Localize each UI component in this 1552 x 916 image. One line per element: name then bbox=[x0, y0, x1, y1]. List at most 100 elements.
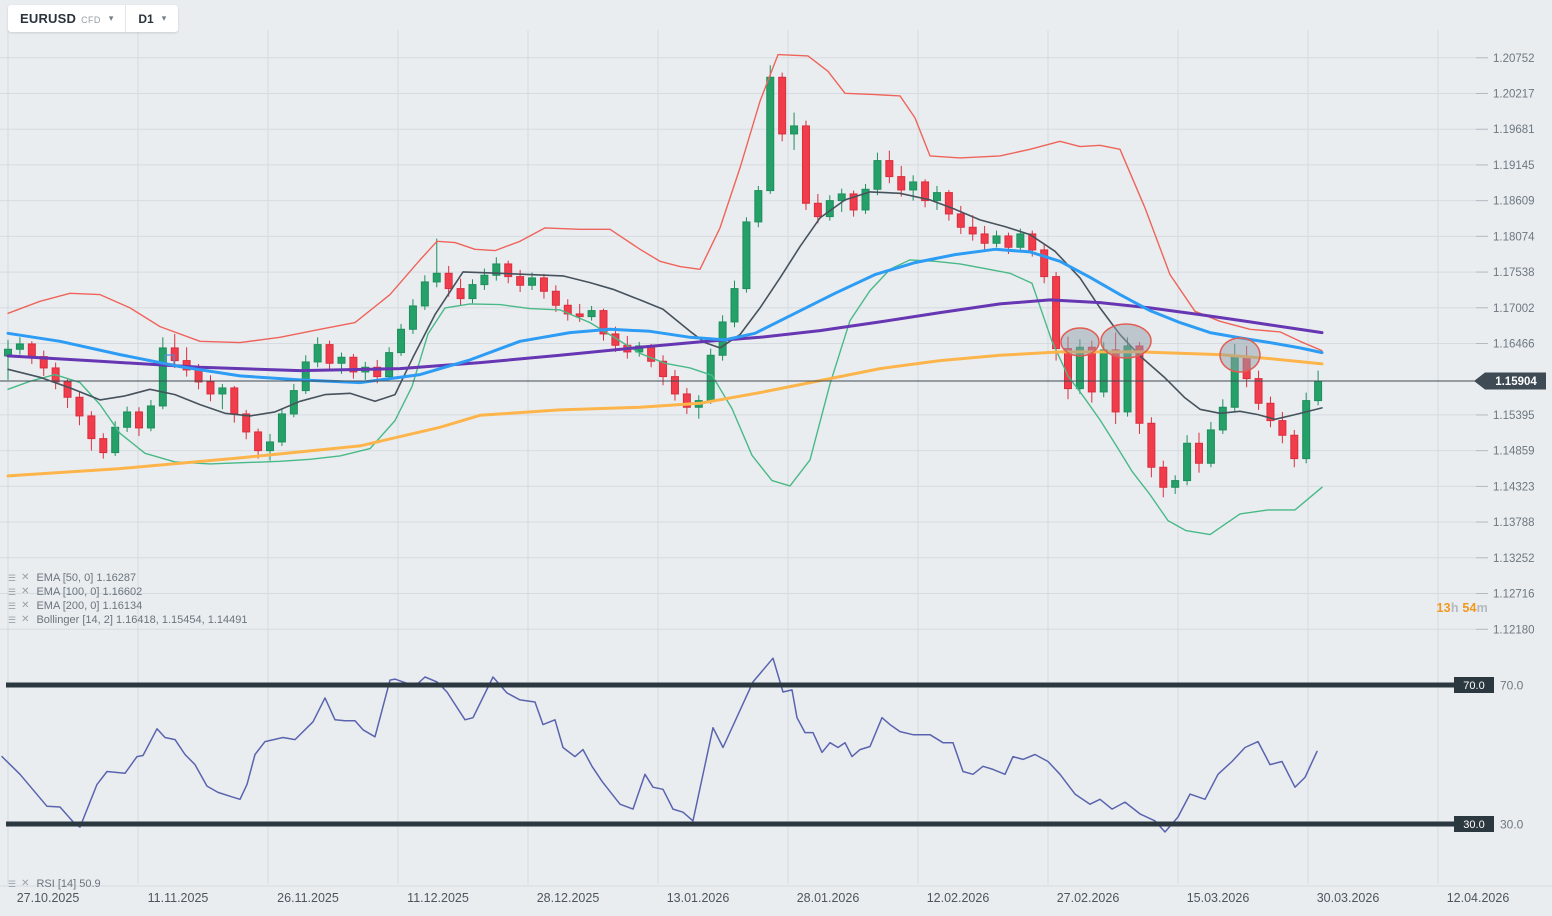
indicator-remove-icon[interactable]: ✕ bbox=[21, 571, 29, 585]
candle-up bbox=[16, 344, 23, 349]
chevron-down-icon: ▾ bbox=[109, 13, 114, 24]
candle-down bbox=[1148, 423, 1155, 467]
candle-down bbox=[1196, 443, 1203, 463]
candle-up bbox=[302, 362, 309, 391]
price-axis-label: 1.14323 bbox=[1493, 481, 1535, 493]
indicator-settings-icon[interactable]: ☰ bbox=[8, 877, 16, 891]
date-axis-label: 13.01.2026 bbox=[667, 891, 730, 905]
date-axis-label: 12.04.2026 bbox=[1447, 891, 1510, 905]
candle-up bbox=[338, 357, 345, 363]
candle-down bbox=[517, 277, 524, 286]
price-axis-label: 1.18609 bbox=[1493, 196, 1535, 208]
candle-down bbox=[243, 414, 250, 432]
candle-down bbox=[1255, 379, 1262, 404]
candle-up bbox=[481, 275, 488, 284]
indicator-settings-icon[interactable]: ☰ bbox=[8, 599, 16, 613]
indicator-remove-icon[interactable]: ✕ bbox=[21, 877, 29, 891]
candle-up bbox=[219, 388, 226, 394]
indicator-remove-icon[interactable]: ✕ bbox=[21, 599, 29, 613]
candle-down bbox=[552, 291, 559, 305]
candle-up bbox=[278, 414, 285, 442]
candle-up bbox=[1184, 443, 1191, 480]
price-axis-label: 1.16466 bbox=[1493, 339, 1535, 351]
date-axis-label: 11.11.2025 bbox=[148, 891, 209, 905]
indicator-legend-rsi: ☰ ✕ RSI [14] 50.9 bbox=[8, 877, 101, 891]
indicator-settings-icon[interactable]: ☰ bbox=[8, 585, 16, 599]
candle-down bbox=[1160, 467, 1167, 487]
candle-down bbox=[814, 203, 821, 216]
candle-up bbox=[409, 306, 416, 329]
indicator-label: RSI [14] 50.9 bbox=[36, 878, 100, 890]
timeframe-selector[interactable]: D1 ▾ bbox=[125, 5, 178, 32]
candle-up bbox=[314, 345, 321, 362]
timeframe-label: D1 bbox=[138, 12, 153, 26]
price-axis-label: 1.20217 bbox=[1493, 88, 1535, 100]
date-axis-label: 26.11.2025 bbox=[277, 891, 339, 905]
candle-up bbox=[1017, 234, 1024, 247]
highlight-ellipse[interactable] bbox=[1220, 338, 1260, 372]
indicator-remove-icon[interactable]: ✕ bbox=[21, 613, 29, 627]
candle-up bbox=[124, 412, 131, 427]
indicator-legend-bollinger: ☰ ✕ Bollinger [14, 2] 1.16418, 1.15454, 1… bbox=[8, 613, 247, 627]
price-axis-label: 1.19145 bbox=[1493, 160, 1535, 172]
price-axis-label: 1.17538 bbox=[1493, 267, 1535, 279]
candle-up bbox=[933, 193, 940, 201]
indicator-settings-icon[interactable]: ☰ bbox=[8, 571, 16, 585]
candle-up bbox=[993, 236, 1000, 243]
candle-up bbox=[529, 278, 536, 285]
date-axis-label: 30.03.2026 bbox=[1317, 891, 1380, 905]
indicator-label: EMA [100, 0] 1.16602 bbox=[36, 586, 142, 598]
indicator-label: Bollinger [14, 2] 1.16418, 1.15454, 1.14… bbox=[36, 614, 247, 626]
candle-up bbox=[874, 161, 881, 190]
candle-down bbox=[802, 126, 809, 203]
price-axis-label: 1.18074 bbox=[1493, 231, 1535, 243]
candle-down bbox=[195, 370, 202, 382]
trading-chart-window: 1.207521.202171.196811.191451.186091.180… bbox=[0, 0, 1552, 916]
indicator-legend-ema200: ☰✕ EMA [200, 0] 1.16134 bbox=[8, 599, 142, 613]
date-axis-label: 28.12.2025 bbox=[537, 891, 600, 905]
symbol-selector[interactable]: EURUSD CFD ▾ bbox=[8, 5, 125, 32]
candle-down bbox=[1053, 277, 1060, 349]
candle-down bbox=[255, 432, 262, 451]
candle-down bbox=[207, 382, 214, 394]
candle-down bbox=[136, 412, 143, 428]
candle-down bbox=[576, 314, 583, 317]
countdown-minutes-unit: m bbox=[1477, 601, 1488, 615]
candle-up bbox=[267, 442, 274, 451]
indicator-remove-icon[interactable]: ✕ bbox=[21, 585, 29, 599]
countdown-hours-unit: h bbox=[1451, 601, 1459, 615]
candle-up bbox=[421, 282, 428, 306]
candle-down bbox=[100, 439, 107, 453]
chart-canvas[interactable]: 1.207521.202171.196811.191451.186091.180… bbox=[0, 0, 1552, 916]
candle-up bbox=[433, 273, 440, 282]
candle-up bbox=[755, 191, 762, 222]
indicator-settings-icon[interactable]: ☰ bbox=[8, 613, 16, 627]
candle-down bbox=[1279, 421, 1286, 436]
price-axis-label: 1.13788 bbox=[1493, 517, 1535, 529]
candle-up bbox=[743, 222, 750, 289]
candle-up bbox=[1219, 407, 1226, 430]
candle-down bbox=[671, 377, 678, 394]
price-axis-label: 1.14859 bbox=[1493, 446, 1535, 458]
candle-up bbox=[731, 289, 738, 322]
candle-down bbox=[779, 77, 786, 134]
date-axis-label: 27.02.2026 bbox=[1057, 891, 1120, 905]
candle-down bbox=[171, 348, 178, 361]
candle-countdown-timer: 13h 54m bbox=[1372, 601, 1488, 615]
candle-up bbox=[1315, 381, 1322, 400]
candle-up bbox=[469, 285, 476, 299]
candle-down bbox=[445, 273, 452, 288]
highlight-ellipse[interactable] bbox=[1101, 324, 1151, 358]
date-axis-label: 27.10.2025 bbox=[17, 891, 80, 905]
candle-down bbox=[28, 344, 35, 357]
price-axis-label: 1.17002 bbox=[1493, 303, 1535, 315]
highlight-ellipse[interactable] bbox=[1061, 328, 1099, 356]
price-axis-label: 1.13252 bbox=[1493, 553, 1535, 565]
candle-up bbox=[1100, 350, 1107, 392]
candle-up bbox=[398, 329, 405, 352]
candle-down bbox=[957, 214, 964, 227]
candle-down bbox=[505, 264, 512, 277]
countdown-hours: 13 bbox=[1437, 601, 1451, 615]
candle-down bbox=[1005, 236, 1012, 247]
candle-down bbox=[231, 388, 238, 414]
